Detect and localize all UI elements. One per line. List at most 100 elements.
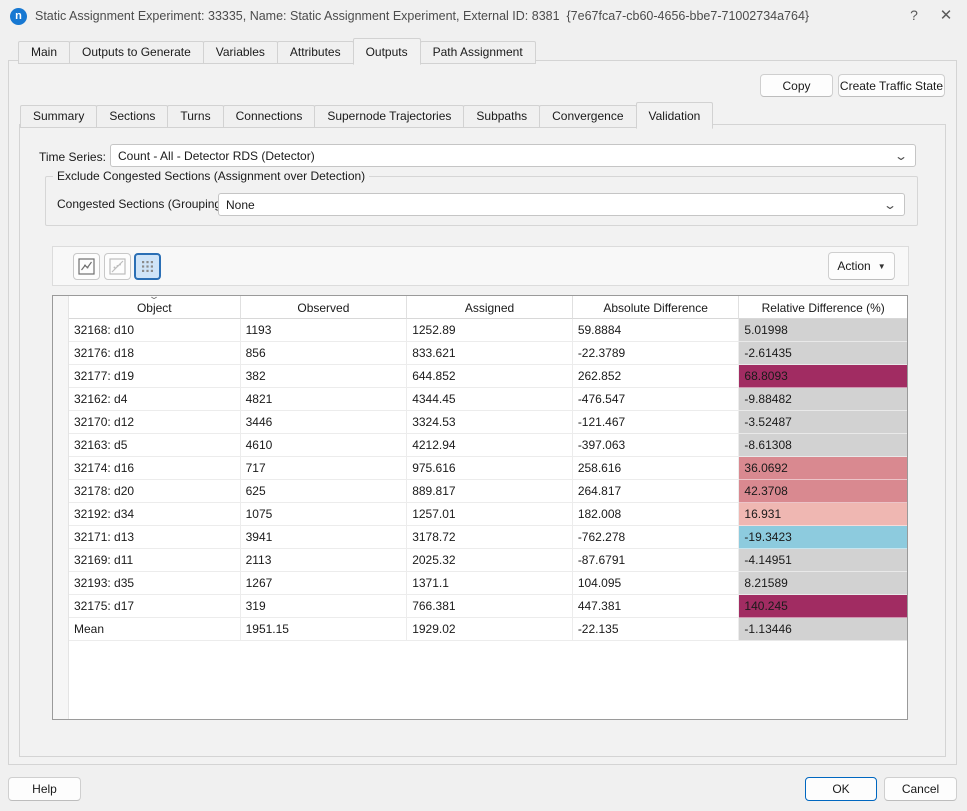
cell-relative_difference[interactable]: -2.61435 (739, 342, 907, 365)
cell-assigned[interactable]: 644.852 (407, 365, 573, 388)
cell-assigned[interactable]: 3178.72 (407, 526, 573, 549)
cell-absolute_difference[interactable]: -397.063 (573, 434, 740, 457)
cell-assigned[interactable]: 3324.53 (407, 411, 573, 434)
column-header-assigned[interactable]: Assigned (407, 296, 573, 319)
cell-absolute_difference[interactable]: 182.008 (573, 503, 740, 526)
cell-absolute_difference[interactable]: 447.381 (573, 595, 740, 618)
cell-object[interactable]: 32168: d10 (69, 319, 241, 342)
window-close-button[interactable]: ✕ (929, 0, 963, 30)
column-header-observed[interactable]: Observed (241, 296, 408, 319)
create-traffic-state-button[interactable]: Create Traffic State (838, 74, 945, 97)
cancel-button[interactable]: Cancel (884, 777, 957, 801)
cell-relative_difference[interactable]: 5.01998 (739, 319, 907, 342)
cell-relative_difference[interactable]: 36.0692 (739, 457, 907, 480)
cell-absolute_difference[interactable]: 104.095 (573, 572, 740, 595)
cell-absolute_difference[interactable]: -762.278 (573, 526, 740, 549)
cell-relative_difference[interactable]: -4.14951 (739, 549, 907, 572)
cell-object[interactable]: 32163: d5 (69, 434, 241, 457)
cell-object[interactable]: 32174: d16 (69, 457, 241, 480)
cell-observed[interactable]: 4821 (241, 388, 408, 411)
subtab-validation[interactable]: Validation (636, 102, 714, 129)
ok-button[interactable]: OK (805, 777, 877, 801)
help-button[interactable]: Help (8, 777, 81, 801)
tab-outputs[interactable]: Outputs (353, 38, 421, 65)
tab-main[interactable]: Main (18, 41, 70, 64)
cell-observed[interactable]: 3941 (241, 526, 408, 549)
cell-object[interactable]: 32171: d13 (69, 526, 241, 549)
cell-relative_difference[interactable]: -3.52487 (739, 411, 907, 434)
cell-absolute_difference[interactable]: -22.3789 (573, 342, 740, 365)
cell-relative_difference[interactable]: -9.88482 (739, 388, 907, 411)
cell-observed[interactable]: 856 (241, 342, 408, 365)
subtab-sections[interactable]: Sections (96, 105, 168, 128)
cell-observed[interactable]: 1951.15 (241, 618, 408, 641)
cell-object[interactable]: 32170: d12 (69, 411, 241, 434)
column-header-object[interactable]: Object⌄ (69, 296, 241, 319)
cell-assigned[interactable]: 889.817 (407, 480, 573, 503)
subtab-convergence[interactable]: Convergence (539, 105, 636, 128)
cell-observed[interactable]: 1193 (241, 319, 408, 342)
cell-object[interactable]: Mean (69, 618, 241, 641)
cell-assigned[interactable]: 833.621 (407, 342, 573, 365)
cell-relative_difference[interactable]: 42.3708 (739, 480, 907, 503)
cell-object[interactable]: 32175: d17 (69, 595, 241, 618)
cell-assigned[interactable]: 4344.45 (407, 388, 573, 411)
cell-assigned[interactable]: 2025.32 (407, 549, 573, 572)
time-series-combobox[interactable]: Count - All - Detector RDS (Detector) ⌄ (110, 144, 916, 167)
cell-relative_difference[interactable]: -1.13446 (739, 618, 907, 641)
cell-assigned[interactable]: 1252.89 (407, 319, 573, 342)
cell-assigned[interactable]: 766.381 (407, 595, 573, 618)
cell-relative_difference[interactable]: -8.61308 (739, 434, 907, 457)
cell-object[interactable]: 32193: d35 (69, 572, 241, 595)
subtab-turns[interactable]: Turns (167, 105, 223, 128)
congested-sections-grouping-combobox[interactable]: None ⌄ (218, 193, 905, 216)
cell-relative_difference[interactable]: -19.3423 (739, 526, 907, 549)
cell-object[interactable]: 32162: d4 (69, 388, 241, 411)
cell-assigned[interactable]: 1929.02 (407, 618, 573, 641)
subtab-supernode-trajectories[interactable]: Supernode Trajectories (314, 105, 464, 128)
cell-observed[interactable]: 382 (241, 365, 408, 388)
cell-observed[interactable]: 2113 (241, 549, 408, 572)
subtab-connections[interactable]: Connections (223, 105, 316, 128)
cell-relative_difference[interactable]: 68.8093 (739, 365, 907, 388)
cell-observed[interactable]: 717 (241, 457, 408, 480)
action-dropdown-button[interactable]: Action ▼ (828, 252, 895, 280)
tab-outputs-to-generate[interactable]: Outputs to Generate (69, 41, 204, 64)
tab-attributes[interactable]: Attributes (277, 41, 354, 64)
column-header-relative-difference[interactable]: Relative Difference (%) (739, 296, 907, 319)
cell-relative_difference[interactable]: 8.21589 (739, 572, 907, 595)
cell-relative_difference[interactable]: 140.245 (739, 595, 907, 618)
cell-absolute_difference[interactable]: -476.547 (573, 388, 740, 411)
cell-object[interactable]: 32178: d20 (69, 480, 241, 503)
table-view-button[interactable] (134, 253, 161, 280)
cell-observed[interactable]: 1267 (241, 572, 408, 595)
cell-assigned[interactable]: 1371.1 (407, 572, 573, 595)
cell-absolute_difference[interactable]: 59.8884 (573, 319, 740, 342)
tab-path-assignment[interactable]: Path Assignment (420, 41, 536, 64)
subtab-subpaths[interactable]: Subpaths (463, 105, 540, 128)
cell-assigned[interactable]: 975.616 (407, 457, 573, 480)
cell-absolute_difference[interactable]: 264.817 (573, 480, 740, 503)
title-bar[interactable]: n Static Assignment Experiment: 33335, N… (0, 0, 967, 32)
cell-absolute_difference[interactable]: -121.467 (573, 411, 740, 434)
cell-observed[interactable]: 319 (241, 595, 408, 618)
cell-object[interactable]: 32192: d34 (69, 503, 241, 526)
cell-observed[interactable]: 1075 (241, 503, 408, 526)
cell-object[interactable]: 32169: d11 (69, 549, 241, 572)
cell-observed[interactable]: 625 (241, 480, 408, 503)
cell-object[interactable]: 32176: d18 (69, 342, 241, 365)
cell-absolute_difference[interactable]: -87.6791 (573, 549, 740, 572)
cell-relative_difference[interactable]: 16.931 (739, 503, 907, 526)
cell-absolute_difference[interactable]: -22.135 (573, 618, 740, 641)
window-help-button[interactable]: ? (897, 0, 931, 30)
cell-absolute_difference[interactable]: 258.616 (573, 457, 740, 480)
cell-object[interactable]: 32177: d19 (69, 365, 241, 388)
cell-absolute_difference[interactable]: 262.852 (573, 365, 740, 388)
column-header-absolute-difference[interactable]: Absolute Difference (573, 296, 740, 319)
line-chart-view-button[interactable] (73, 253, 100, 280)
cell-assigned[interactable]: 1257.01 (407, 503, 573, 526)
cell-assigned[interactable]: 4212.94 (407, 434, 573, 457)
tab-variables[interactable]: Variables (203, 41, 278, 64)
cell-observed[interactable]: 4610 (241, 434, 408, 457)
regression-plot-view-button[interactable] (104, 253, 131, 280)
